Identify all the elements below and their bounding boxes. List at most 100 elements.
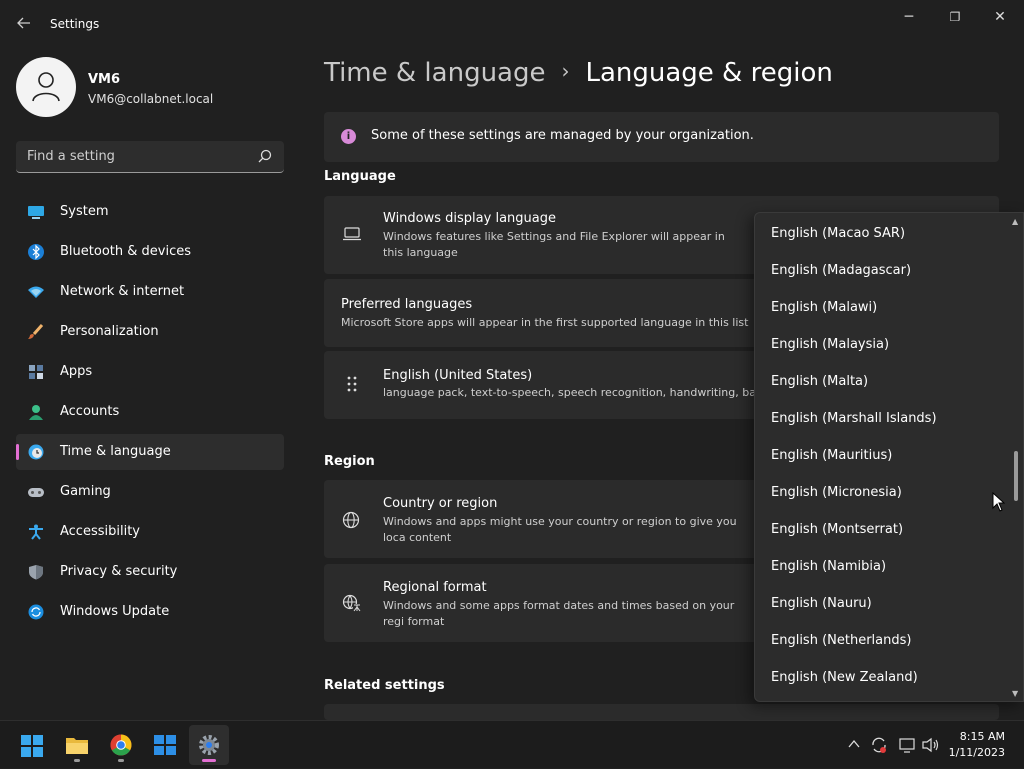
- scroll-down-arrow-icon[interactable]: ▼: [1012, 689, 1018, 698]
- scrollbar-thumb[interactable]: [1014, 451, 1018, 501]
- regional-format-icon: [342, 594, 361, 612]
- dropdown-option[interactable]: English (Micronesia): [771, 485, 902, 500]
- taskbar-chrome[interactable]: [101, 725, 141, 765]
- laptop-icon: [343, 227, 361, 241]
- region-heading: Region: [324, 454, 375, 469]
- sidebar-item-label: Network & internet: [60, 284, 185, 299]
- sidebar-item-network[interactable]: Network & internet: [16, 274, 284, 310]
- language-heading: Language: [324, 169, 396, 184]
- accessibility-icon: [29, 524, 43, 540]
- drag-handle-icon[interactable]: [347, 376, 357, 392]
- running-indicator: [74, 759, 80, 762]
- sidebar-item-apps[interactable]: Apps: [16, 354, 284, 390]
- back-arrow-icon[interactable]: [14, 14, 34, 34]
- title-bar: Settings ─ ❐ ✕: [0, 0, 1024, 48]
- update-icon: [28, 604, 44, 620]
- user-profile[interactable]: VM6 VM6@collabnet.local: [16, 57, 286, 119]
- start-icon: [21, 735, 43, 757]
- active-indicator: [202, 759, 216, 762]
- gamepad-icon: [28, 488, 44, 497]
- user-name: VM6: [88, 72, 121, 87]
- volume-icon[interactable]: [922, 737, 940, 753]
- sidebar-item-system[interactable]: System: [16, 194, 284, 230]
- sidebar-item-windows-update[interactable]: Windows Update: [16, 594, 284, 630]
- dropdown-option[interactable]: English (Montserrat): [771, 522, 903, 537]
- start-button[interactable]: [12, 725, 52, 765]
- scroll-up-arrow-icon[interactable]: ▲: [1012, 217, 1018, 226]
- dropdown-scrollbar[interactable]: ▲ ▼: [1011, 217, 1021, 699]
- accounts-icon: [29, 405, 43, 420]
- sidebar-item-label: Gaming: [60, 484, 111, 499]
- sidebar-item-label: Accounts: [60, 404, 120, 419]
- dropdown-option[interactable]: English (Mauritius): [771, 448, 892, 463]
- sidebar-item-privacy[interactable]: Privacy & security: [16, 554, 284, 590]
- dropdown-option[interactable]: English (Macao SAR): [771, 226, 905, 241]
- settings-icon: [199, 735, 219, 755]
- close-button[interactable]: ✕: [988, 8, 1012, 26]
- managed-by-org-banner: i Some of these settings are managed by …: [324, 112, 999, 162]
- sidebar-item-label: System: [60, 204, 109, 219]
- sidebar-item-label: Apps: [60, 364, 93, 379]
- language-dropdown-list[interactable]: English (Macao SAR) English (Madagascar)…: [754, 212, 1024, 702]
- card-subtitle: Microsoft Store apps will appear in the …: [341, 316, 749, 329]
- sync-icon[interactable]: [870, 736, 888, 754]
- sidebar-item-label: Privacy & security: [60, 564, 178, 579]
- breadcrumb-separator: ›: [561, 59, 570, 83]
- breadcrumb: Time & language › Language & region: [324, 58, 833, 88]
- page-title: Language & region: [585, 58, 833, 88]
- file-explorer-icon: [66, 738, 88, 754]
- card-subtitle: language pack, text-to-speech, speech re…: [383, 386, 762, 399]
- sidebar-item-accessibility[interactable]: Accessibility: [16, 514, 284, 550]
- shield-icon: [29, 565, 43, 580]
- avatar: [16, 57, 76, 117]
- dropdown-option[interactable]: English (Netherlands): [771, 633, 911, 648]
- sidebar-item-gaming[interactable]: Gaming: [16, 474, 284, 510]
- restore-button[interactable]: ❐: [943, 8, 967, 26]
- system-icon: [28, 206, 44, 219]
- dropdown-option[interactable]: English (Malta): [771, 374, 868, 389]
- dropdown-option[interactable]: English (Malaysia): [771, 337, 889, 352]
- card-title: Regional format: [383, 580, 487, 595]
- card-subtitle: Windows and apps might use your country …: [383, 515, 737, 544]
- card-title: English (United States): [383, 368, 533, 383]
- sidebar-item-label: Accessibility: [60, 524, 140, 539]
- sidebar-item-label: Personalization: [60, 324, 159, 339]
- sidebar-item-time-language[interactable]: Time & language: [16, 434, 284, 470]
- dropdown-option[interactable]: English (Namibia): [771, 559, 886, 574]
- dropdown-option[interactable]: English (New Zealand): [771, 670, 918, 685]
- dropdown-option[interactable]: English (Madagascar): [771, 263, 911, 278]
- sidebar-item-label: Bluetooth & devices: [60, 244, 191, 259]
- search-icon[interactable]: [258, 149, 272, 163]
- sidebar-item-bluetooth[interactable]: Bluetooth & devices: [16, 234, 284, 270]
- person-icon: [32, 72, 60, 102]
- bluetooth-icon: [28, 244, 44, 260]
- card-title: Preferred languages: [341, 297, 473, 312]
- store-icon: [154, 735, 176, 755]
- sidebar-nav: System Bluetooth & devices Network & int…: [16, 194, 284, 634]
- related-settings-card[interactable]: [324, 704, 999, 720]
- sidebar-item-personalization[interactable]: Personalization: [16, 314, 284, 350]
- dropdown-option[interactable]: English (Marshall Islands): [771, 411, 937, 426]
- chrome-icon: [110, 734, 132, 756]
- system-tray: [844, 721, 964, 769]
- breadcrumb-parent[interactable]: Time & language: [324, 58, 545, 88]
- taskbar: 8:15 AM 1/11/2023: [0, 720, 1024, 768]
- search-box[interactable]: [16, 141, 284, 173]
- minimize-button[interactable]: ─: [897, 8, 921, 26]
- banner-text: Some of these settings are managed by yo…: [371, 128, 754, 143]
- taskbar-settings[interactable]: [189, 725, 229, 765]
- search-input[interactable]: [16, 141, 246, 172]
- card-subtitle: Windows and some apps format dates and t…: [383, 599, 735, 628]
- chevron-up-icon[interactable]: [848, 739, 860, 749]
- network-wired-icon[interactable]: [898, 737, 916, 753]
- user-email: VM6@collabnet.local: [88, 92, 214, 106]
- dropdown-option[interactable]: English (Nauru): [771, 596, 872, 611]
- clock[interactable]: 8:15 AM 1/11/2023: [949, 729, 1005, 761]
- sidebar-item-label: Time & language: [60, 444, 171, 459]
- taskbar-file-explorer[interactable]: [57, 725, 97, 765]
- dropdown-option[interactable]: English (Malawi): [771, 300, 877, 315]
- info-icon: i: [341, 129, 356, 144]
- taskbar-store[interactable]: [145, 725, 185, 765]
- clock-time: 8:15 AM: [959, 730, 1005, 743]
- sidebar-item-accounts[interactable]: Accounts: [16, 394, 284, 430]
